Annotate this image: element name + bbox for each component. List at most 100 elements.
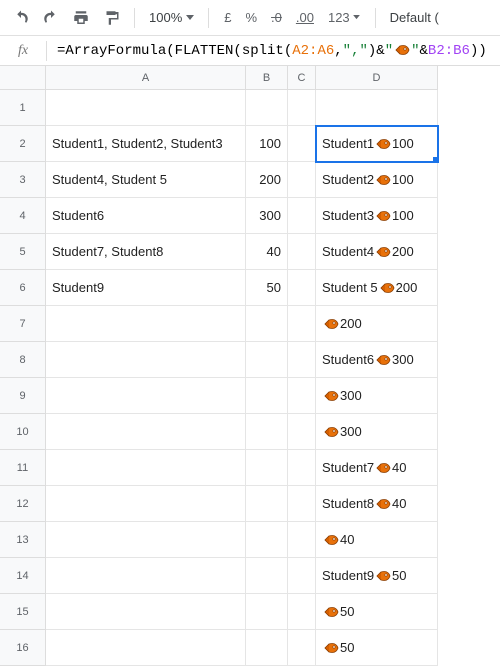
cell-D11[interactable]: Student740 bbox=[316, 450, 438, 486]
row-header-6[interactable]: 6 bbox=[0, 270, 46, 306]
row-header-10[interactable]: 10 bbox=[0, 414, 46, 450]
decrease-decimal-button[interactable]: .0 bbox=[266, 10, 287, 25]
cell-B6[interactable]: 50 bbox=[246, 270, 288, 306]
zoom-select[interactable]: 100% bbox=[145, 10, 198, 25]
cell-D15[interactable]: 50 bbox=[316, 594, 438, 630]
fish-icon bbox=[375, 173, 391, 187]
cell-C11[interactable] bbox=[288, 450, 316, 486]
cell-A5[interactable]: Student7, Student8 bbox=[46, 234, 246, 270]
cell-D14[interactable]: Student950 bbox=[316, 558, 438, 594]
row-header-9[interactable]: 9 bbox=[0, 378, 46, 414]
cell-B12[interactable] bbox=[246, 486, 288, 522]
cell-C6[interactable] bbox=[288, 270, 316, 306]
row-header-14[interactable]: 14 bbox=[0, 558, 46, 594]
cell-D7[interactable]: 200 bbox=[316, 306, 438, 342]
cell-D6[interactable]: Student 5200 bbox=[316, 270, 438, 306]
undo-icon[interactable] bbox=[8, 5, 34, 31]
cell-C9[interactable] bbox=[288, 378, 316, 414]
cell-A3[interactable]: Student4, Student 5 bbox=[46, 162, 246, 198]
row-header-2[interactable]: 2 bbox=[0, 126, 46, 162]
currency-button[interactable]: £ bbox=[219, 10, 236, 25]
cell-B15[interactable] bbox=[246, 594, 288, 630]
cell-B7[interactable] bbox=[246, 306, 288, 342]
cell-B11[interactable] bbox=[246, 450, 288, 486]
column-header-C[interactable]: C bbox=[288, 66, 316, 90]
more-formats-button[interactable]: 123 bbox=[323, 10, 365, 25]
column-header-D[interactable]: D bbox=[316, 66, 438, 90]
cell-B3[interactable]: 200 bbox=[246, 162, 288, 198]
cell-C8[interactable] bbox=[288, 342, 316, 378]
cell-D3[interactable]: Student2100 bbox=[316, 162, 438, 198]
cell-A8[interactable] bbox=[46, 342, 246, 378]
cell-C5[interactable] bbox=[288, 234, 316, 270]
column-header-B[interactable]: B bbox=[246, 66, 288, 90]
cell-D4[interactable]: Student3100 bbox=[316, 198, 438, 234]
cell-D9[interactable]: 300 bbox=[316, 378, 438, 414]
cell-A12[interactable] bbox=[46, 486, 246, 522]
row-header-15[interactable]: 15 bbox=[0, 594, 46, 630]
cell-C4[interactable] bbox=[288, 198, 316, 234]
cell-D16[interactable]: 50 bbox=[316, 630, 438, 666]
cell-D12[interactable]: Student840 bbox=[316, 486, 438, 522]
cell-A4[interactable]: Student6 bbox=[46, 198, 246, 234]
cell-C16[interactable] bbox=[288, 630, 316, 666]
row-header-4[interactable]: 4 bbox=[0, 198, 46, 234]
row-header-8[interactable]: 8 bbox=[0, 342, 46, 378]
cell-A2[interactable]: Student1, Student2, Student3 bbox=[46, 126, 246, 162]
cell-B14[interactable] bbox=[246, 558, 288, 594]
cell-C14[interactable] bbox=[288, 558, 316, 594]
cell-B5[interactable]: 40 bbox=[246, 234, 288, 270]
cell-A14[interactable] bbox=[46, 558, 246, 594]
row-header-16[interactable]: 16 bbox=[0, 630, 46, 666]
cell-C10[interactable] bbox=[288, 414, 316, 450]
cell-A13[interactable] bbox=[46, 522, 246, 558]
row-header-11[interactable]: 11 bbox=[0, 450, 46, 486]
cell-B16[interactable] bbox=[246, 630, 288, 666]
cell-C2[interactable] bbox=[288, 126, 316, 162]
cell-B8[interactable] bbox=[246, 342, 288, 378]
cell-A16[interactable] bbox=[46, 630, 246, 666]
print-icon[interactable] bbox=[68, 5, 94, 31]
cell-B2[interactable]: 100 bbox=[246, 126, 288, 162]
cell-B13[interactable] bbox=[246, 522, 288, 558]
cell-A15[interactable] bbox=[46, 594, 246, 630]
cell-D13[interactable]: 40 bbox=[316, 522, 438, 558]
cell-C15[interactable] bbox=[288, 594, 316, 630]
cell-D2[interactable]: Student1100 bbox=[316, 126, 438, 162]
spreadsheet-grid[interactable]: ABCD12Student1, Student2, Student3100Stu… bbox=[0, 66, 500, 666]
row-header-1[interactable]: 1 bbox=[0, 90, 46, 126]
cell-D10[interactable]: 300 bbox=[316, 414, 438, 450]
row-header-13[interactable]: 13 bbox=[0, 522, 46, 558]
cell-A1[interactable] bbox=[46, 90, 246, 126]
cell-A6[interactable]: Student9 bbox=[46, 270, 246, 306]
select-all-corner[interactable] bbox=[0, 66, 46, 90]
cell-C13[interactable] bbox=[288, 522, 316, 558]
cell-B10[interactable] bbox=[246, 414, 288, 450]
cell-C3[interactable] bbox=[288, 162, 316, 198]
cell-C7[interactable] bbox=[288, 306, 316, 342]
row-header-5[interactable]: 5 bbox=[0, 234, 46, 270]
font-select[interactable]: Default ( bbox=[386, 10, 439, 25]
percent-button[interactable]: % bbox=[240, 10, 262, 25]
cell-A10[interactable] bbox=[46, 414, 246, 450]
cell-A7[interactable] bbox=[46, 306, 246, 342]
column-header-A[interactable]: A bbox=[46, 66, 246, 90]
redo-icon[interactable] bbox=[38, 5, 64, 31]
cell-B4[interactable]: 300 bbox=[246, 198, 288, 234]
row-header-3[interactable]: 3 bbox=[0, 162, 46, 198]
increase-decimal-button[interactable]: .00 bbox=[291, 10, 319, 25]
formula-bar[interactable]: =ArrayFormula(FLATTEN(split(A2:A6,",")&"… bbox=[47, 43, 500, 59]
cell-B1[interactable] bbox=[246, 90, 288, 126]
cell-D8[interactable]: Student6300 bbox=[316, 342, 438, 378]
paint-format-icon[interactable] bbox=[98, 5, 124, 31]
cell-C12[interactable] bbox=[288, 486, 316, 522]
cell-D5[interactable]: Student4200 bbox=[316, 234, 438, 270]
cell-A9[interactable] bbox=[46, 378, 246, 414]
cell-B9[interactable] bbox=[246, 378, 288, 414]
row-header-12[interactable]: 12 bbox=[0, 486, 46, 522]
cell-D1[interactable] bbox=[316, 90, 438, 126]
row-header-7[interactable]: 7 bbox=[0, 306, 46, 342]
cell-C1[interactable] bbox=[288, 90, 316, 126]
fx-icon[interactable]: fx bbox=[0, 43, 46, 59]
cell-A11[interactable] bbox=[46, 450, 246, 486]
